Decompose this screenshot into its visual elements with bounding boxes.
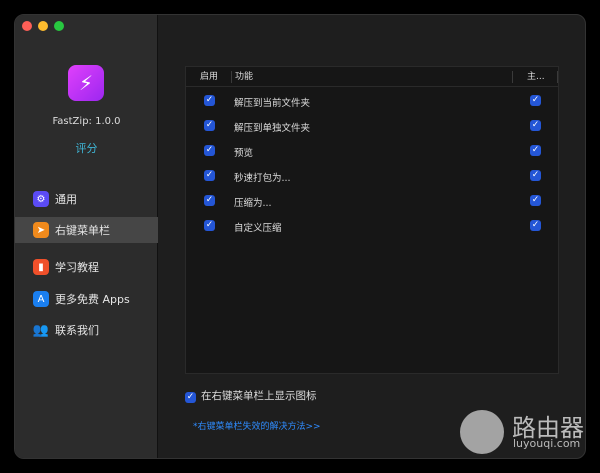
- function-label: 解压到单独文件夹: [234, 123, 311, 134]
- people-icon: 👥: [32, 322, 50, 338]
- table-row: ✓ 解压到单独文件夹 ✓: [186, 114, 558, 139]
- enabled-checkbox[interactable]: ✓: [204, 220, 215, 231]
- app-window: ⚡ FastZip: 1.0.0 评分 ⚙ 通用 ➤ 右键菜单栏 ▮ 学习教程 A 更多…: [14, 14, 586, 459]
- book-icon: ▮: [33, 259, 49, 275]
- enabled-checkbox[interactable]: ✓: [204, 120, 215, 131]
- header-function[interactable]: 功能: [235, 67, 253, 87]
- main-menu-checkbox[interactable]: ✓: [530, 195, 541, 206]
- header-main[interactable]: 主...: [527, 67, 545, 87]
- enabled-checkbox[interactable]: ✓: [204, 170, 215, 181]
- gear-icon: ⚙: [33, 191, 49, 207]
- app-store-icon: A: [33, 291, 49, 307]
- watermark-subtitle: luyouqi.com: [513, 437, 581, 450]
- sidebar-item-label: 联系我们: [55, 324, 99, 337]
- minimize-button[interactable]: [38, 21, 48, 31]
- enabled-checkbox[interactable]: ✓: [204, 95, 215, 106]
- app-version: FastZip: 1.0.0: [52, 116, 121, 127]
- watermark-router-icon: [460, 410, 504, 454]
- function-label: 解压到当前文件夹: [234, 98, 311, 109]
- sidebar-item-label: 右键菜单栏: [55, 224, 110, 237]
- enabled-checkbox[interactable]: ✓: [204, 145, 215, 156]
- sidebar-item-label: 通用: [55, 193, 77, 206]
- sidebar: ⚡ FastZip: 1.0.0 评分 ⚙ 通用 ➤ 右键菜单栏 ▮ 学习教程 A 更多…: [15, 15, 158, 458]
- sidebar-item-context-menu[interactable]: ➤ 右键菜单栏: [15, 217, 158, 243]
- main-menu-checkbox[interactable]: ✓: [530, 145, 541, 156]
- menu-items-table: 启用 功能 主... ✓ 解压到当前文件夹 ✓ ✓ 解压到单独文件夹 ✓ ✓ 预览 …: [185, 66, 559, 374]
- sidebar-item-label: 更多免费 Apps: [55, 293, 130, 306]
- enabled-checkbox[interactable]: ✓: [204, 195, 215, 206]
- function-label: 预览: [234, 148, 254, 159]
- show-icon-option[interactable]: ✓ 在右键菜单栏上显示图标: [185, 388, 317, 403]
- function-label: 秒速打包为...: [234, 173, 291, 184]
- sidebar-item-general[interactable]: ⚙ 通用: [15, 186, 158, 212]
- main-menu-checkbox[interactable]: ✓: [530, 220, 541, 231]
- zoom-button[interactable]: [54, 21, 64, 31]
- close-button[interactable]: [22, 21, 32, 31]
- show-icon-checkbox[interactable]: ✓: [185, 392, 196, 403]
- app-logo: ⚡: [68, 65, 104, 101]
- table-header: 启用 功能 主...: [186, 67, 558, 87]
- table-row: ✓ 压缩为... ✓: [186, 189, 558, 214]
- table-row: ✓ 秒速打包为... ✓: [186, 164, 558, 189]
- main-menu-checkbox[interactable]: ✓: [530, 170, 541, 181]
- sidebar-item-more-apps[interactable]: A 更多免费 Apps: [15, 286, 158, 312]
- table-row: ✓ 自定义压缩 ✓: [186, 214, 558, 239]
- table-row: ✓ 预览 ✓: [186, 139, 558, 164]
- table-row: ✓ 解压到当前文件夹 ✓: [186, 89, 558, 114]
- function-label: 自定义压缩: [234, 223, 282, 234]
- main-menu-checkbox[interactable]: ✓: [530, 95, 541, 106]
- sidebar-item-tutorials[interactable]: ▮ 学习教程: [15, 254, 158, 280]
- help-link[interactable]: *右键菜单栏失效的解决方法>>: [193, 419, 321, 432]
- show-icon-label: 在右键菜单栏上显示图标: [201, 390, 317, 402]
- cursor-icon: ➤: [33, 222, 49, 238]
- rate-link[interactable]: 评分: [15, 140, 158, 156]
- function-label: 压缩为...: [234, 198, 272, 209]
- header-enabled[interactable]: 启用: [200, 67, 218, 87]
- sidebar-item-contact[interactable]: 👥 联系我们: [15, 317, 158, 343]
- sidebar-item-label: 学习教程: [55, 261, 99, 274]
- main-menu-checkbox[interactable]: ✓: [530, 120, 541, 131]
